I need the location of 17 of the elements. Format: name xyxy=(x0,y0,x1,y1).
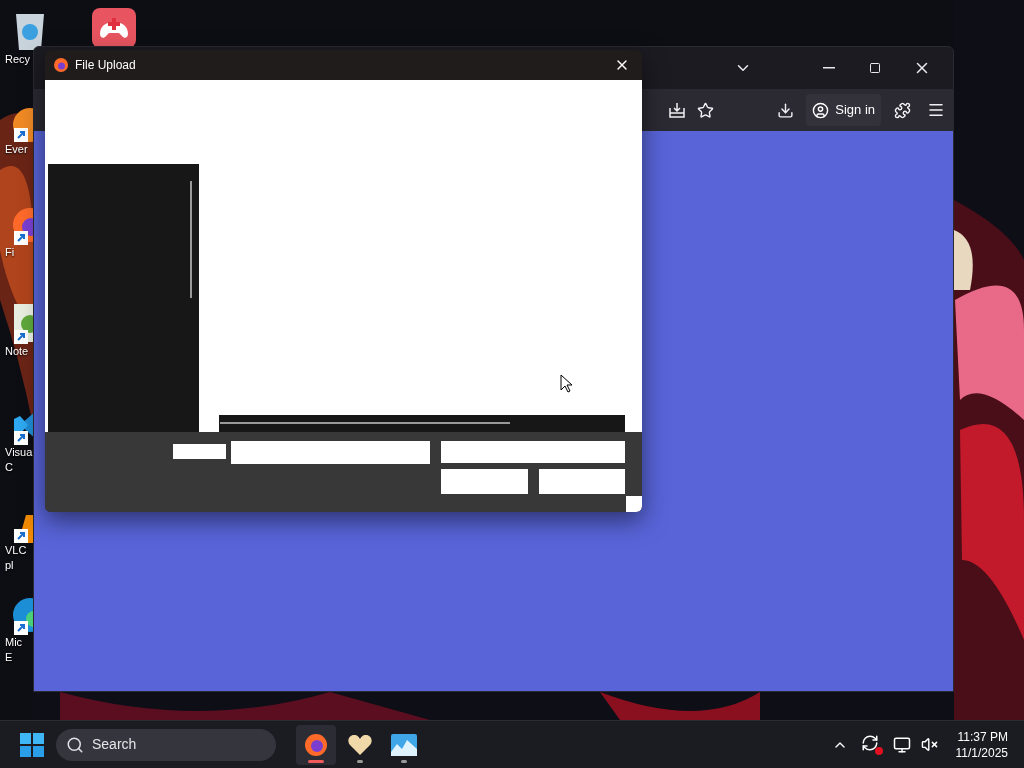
dialog-title: File Upload xyxy=(75,57,137,74)
desktop-icon-label[interactable]: Visua xyxy=(5,445,33,460)
clock-date: 11/1/2025 xyxy=(955,744,1008,761)
sign-in-button[interactable]: Sign in xyxy=(806,94,881,126)
desktop-icon-label[interactable]: Ever xyxy=(5,142,28,157)
search-input[interactable]: Search xyxy=(92,734,242,755)
desktop-icon-label[interactable]: Note xyxy=(5,344,29,359)
clock[interactable]: 11:37 PM 11/1/2025 xyxy=(951,728,1012,761)
desktop-icon-label[interactable]: E xyxy=(5,650,13,665)
desktop-icon-label[interactable]: Mic xyxy=(5,635,23,650)
desktop-icon-label[interactable]: pl xyxy=(5,558,14,573)
desktop-icon-label[interactable]: Fi xyxy=(5,245,15,260)
desktop-icon-label[interactable]: Recy xyxy=(5,52,31,67)
desktop-icon-label[interactable]: VLC xyxy=(5,543,27,558)
desktop-icon-label[interactable]: C xyxy=(5,460,13,475)
search-field[interactable]: Search xyxy=(56,728,276,761)
clock-time: 11:37 PM xyxy=(957,728,1008,745)
